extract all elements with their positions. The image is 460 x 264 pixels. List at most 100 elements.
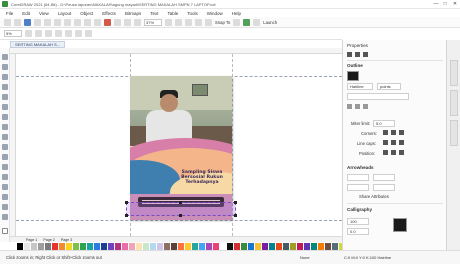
menu-object[interactable]: Object <box>80 11 93 16</box>
copy-icon[interactable] <box>54 18 61 26</box>
color-swatch[interactable] <box>234 242 241 250</box>
color-swatch[interactable] <box>115 242 122 250</box>
bevel-corner-icon[interactable] <box>399 130 404 135</box>
color-swatch[interactable] <box>220 242 227 250</box>
connector-tool-icon[interactable] <box>2 164 8 170</box>
text-tool-icon[interactable] <box>2 144 8 150</box>
polygon-tool-icon[interactable] <box>2 134 8 140</box>
miter-limit-field[interactable]: 5.0 <box>373 120 395 127</box>
color-swatch[interactable] <box>318 242 325 250</box>
color-swatch[interactable] <box>38 242 45 250</box>
color-swatch[interactable] <box>73 242 80 250</box>
zoom-all-icon[interactable] <box>55 30 62 37</box>
color-swatch[interactable] <box>171 242 178 250</box>
rulers-icon[interactable] <box>175 18 182 26</box>
color-swatch[interactable] <box>227 242 234 250</box>
color-swatch[interactable] <box>150 242 157 250</box>
calligraphy-section-header[interactable]: Calligraphy <box>347 207 372 212</box>
hints-docker-tab[interactable] <box>450 90 458 116</box>
color-swatch[interactable] <box>94 242 101 250</box>
properties-docker-tab[interactable] <box>450 120 458 146</box>
color-swatch[interactable] <box>122 242 129 250</box>
guidelines-icon[interactable] <box>195 18 202 26</box>
export-icon[interactable] <box>114 18 121 26</box>
color-swatch[interactable] <box>17 242 24 250</box>
menu-text[interactable]: Text <box>150 11 158 16</box>
line-style-select[interactable] <box>347 93 409 100</box>
color-swatch[interactable] <box>213 242 220 250</box>
full-screen-icon[interactable] <box>165 18 172 26</box>
zoom-page-icon[interactable] <box>65 30 72 37</box>
color-swatch[interactable] <box>178 242 185 250</box>
shape-tool-icon[interactable] <box>2 64 8 70</box>
menu-bitmaps[interactable]: Bitmaps <box>125 11 141 16</box>
launch-dropdown[interactable]: Launch <box>263 20 277 25</box>
arrowhead-start-options[interactable] <box>347 184 369 191</box>
zoom-level-field[interactable]: 37% <box>144 18 162 26</box>
selection-handle[interactable] <box>125 214 128 217</box>
menu-tools[interactable]: Tools <box>187 11 198 16</box>
arrowhead-start-select[interactable] <box>347 174 369 181</box>
color-swatch[interactable] <box>136 242 143 250</box>
color-swatch[interactable] <box>283 242 290 250</box>
fill-bucket-icon[interactable] <box>355 52 360 57</box>
outline-section-header[interactable]: Outline <box>347 63 363 68</box>
menu-file[interactable]: File <box>6 11 13 16</box>
outline-units-select[interactable]: points <box>377 83 401 90</box>
square-cap-icon[interactable] <box>383 140 388 145</box>
paste-icon[interactable] <box>64 18 71 26</box>
zoom-selected-icon[interactable] <box>45 30 52 37</box>
color-swatch[interactable] <box>129 242 136 250</box>
color-swatch[interactable] <box>10 242 17 250</box>
selection-handle[interactable] <box>125 201 128 204</box>
color-swatch[interactable] <box>248 242 255 250</box>
selection-marquee[interactable] <box>125 201 237 217</box>
chevron-down-icon[interactable] <box>233 18 241 26</box>
outline-width-field[interactable]: Hairline <box>347 83 373 90</box>
round-corner-icon[interactable] <box>391 130 396 135</box>
objects-docker-tab[interactable] <box>450 60 458 86</box>
selection-handle[interactable] <box>179 214 182 217</box>
drawing-canvas[interactable]: Sampling Siswa Bersosial Rukun Terhadapn… <box>16 54 342 236</box>
photo-image[interactable] <box>130 76 232 146</box>
zoom-in-tool-icon[interactable] <box>25 30 32 37</box>
menu-window[interactable]: Window <box>207 11 223 16</box>
color-swatch[interactable] <box>290 242 297 250</box>
color-swatch[interactable] <box>262 242 269 250</box>
maximize-button[interactable]: □ <box>441 1 449 8</box>
color-swatch[interactable] <box>24 242 31 250</box>
pick-tool-icon[interactable] <box>2 54 8 60</box>
outside-outline-icon[interactable] <box>383 150 388 155</box>
arrow-start-icon[interactable] <box>347 104 352 109</box>
cut-icon[interactable] <box>44 18 51 26</box>
color-swatch[interactable] <box>52 242 59 250</box>
color-swatch[interactable] <box>59 242 66 250</box>
add-tool-icon[interactable] <box>2 228 8 234</box>
rectangle-tool-icon[interactable] <box>2 114 8 120</box>
search-icon[interactable] <box>94 18 101 26</box>
centered-outline-icon[interactable] <box>391 150 396 155</box>
app-launcher-icon[interactable] <box>253 18 261 26</box>
open-folder-icon[interactable] <box>14 18 21 26</box>
color-swatch[interactable] <box>108 242 115 250</box>
crop-tool-icon[interactable] <box>2 74 8 80</box>
guideline-horizontal[interactable] <box>16 220 342 221</box>
zoom-tool-icon[interactable] <box>2 84 8 90</box>
extended-cap-icon[interactable] <box>399 140 404 145</box>
outline-status[interactable]: C:0 M:0 Y:0 K:100 Hairline <box>344 255 391 260</box>
close-button[interactable]: ✕ <box>451 1 459 8</box>
arrowhead-end-select[interactable] <box>373 174 395 181</box>
round-cap-icon[interactable] <box>391 140 396 145</box>
color-swatch[interactable] <box>255 242 262 250</box>
undo-icon[interactable] <box>74 18 81 26</box>
inside-outline-icon[interactable] <box>399 150 404 155</box>
color-swatch[interactable] <box>269 242 276 250</box>
artistic-media-tool-icon[interactable] <box>2 104 8 110</box>
stretch-field[interactable]: 100 <box>347 218 369 225</box>
pdf-icon[interactable] <box>124 18 131 26</box>
property-zoom-field[interactable]: 5% <box>4 30 22 37</box>
snap-to-dropdown[interactable]: Snap To <box>215 20 230 25</box>
drop-shadow-tool-icon[interactable] <box>2 174 8 180</box>
color-swatch[interactable] <box>31 242 38 250</box>
zoom-out-tool-icon[interactable] <box>35 30 42 37</box>
